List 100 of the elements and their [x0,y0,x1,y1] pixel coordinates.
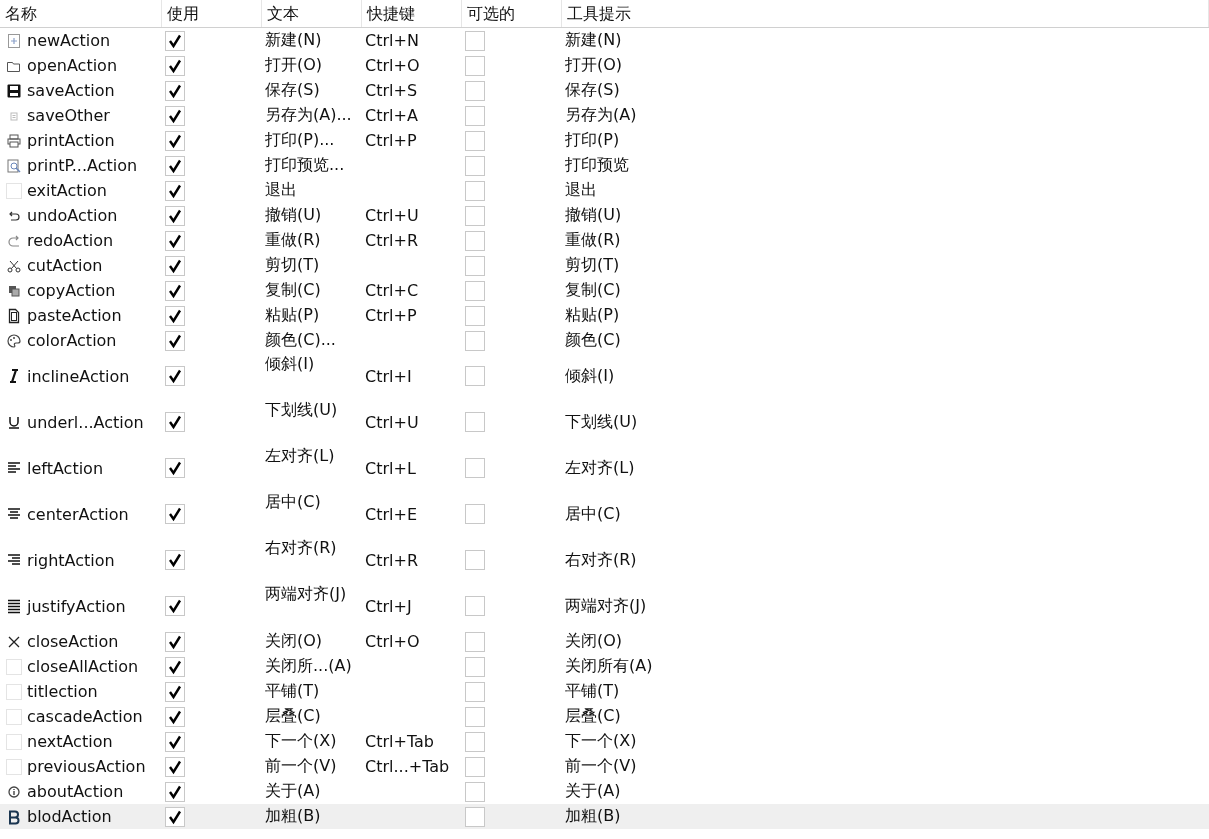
used-checkbox[interactable] [165,504,185,524]
checkable-checkbox[interactable] [465,458,485,478]
checkable-checkbox[interactable] [465,681,485,702]
tooltip-text: 保存(S) [565,80,620,101]
checkable-checkbox[interactable] [465,105,485,126]
column-header[interactable]: 文本 [262,0,362,27]
action-name: pasteAction [27,306,122,325]
used-checkbox[interactable] [165,55,185,76]
checkable-checkbox[interactable] [465,781,485,802]
checkable-checkbox[interactable] [465,180,485,201]
action-text: 颜色(C)... [265,330,336,351]
used-checkbox[interactable] [165,550,185,570]
table-row[interactable]: pasteAction 粘贴(P) Ctrl+P 粘贴(P) [0,303,1209,328]
table-row[interactable]: inclineAction 倾斜(I) Ctrl+I 倾斜(I) [0,353,1209,399]
used-checkbox[interactable] [165,80,185,101]
checkable-checkbox[interactable] [465,280,485,301]
column-header[interactable]: 工具提示 [562,0,1209,27]
checkable-checkbox[interactable] [465,330,485,351]
used-checkbox[interactable] [165,255,185,276]
tooltip-text: 关闭所有(A) [565,656,653,677]
table-row[interactable]: exitAction 退出 退出 [0,178,1209,203]
table-row[interactable]: centerAction 居中(C) Ctrl+E 居中(C) [0,491,1209,537]
checkable-checkbox[interactable] [465,30,485,51]
checkable-checkbox[interactable] [465,550,485,570]
checkable-checkbox[interactable] [465,305,485,326]
checkable-checkbox[interactable] [465,656,485,677]
checkable-checkbox[interactable] [465,255,485,276]
table-row[interactable]: cutAction 剪切(T) 剪切(T) [0,253,1209,278]
column-header[interactable]: 快捷键 [362,0,462,27]
used-checkbox[interactable] [165,656,185,677]
table-row[interactable]: undoAction 撤销(U) Ctrl+U 撤销(U) [0,203,1209,228]
checkable-checkbox[interactable] [465,631,485,652]
table-row[interactable]: colorAction 颜色(C)... 颜色(C) [0,328,1209,353]
action-text: 打开(O) [265,55,323,76]
used-checkbox[interactable] [165,280,185,301]
checkable-checkbox[interactable] [465,155,485,176]
checkable-checkbox[interactable] [465,706,485,727]
table-row[interactable]: justifyAction 两端对齐(J) Ctrl+J 两端对齐(J) [0,583,1209,629]
table-row[interactable]: rightAction 右对齐(R) Ctrl+R 右对齐(R) [0,537,1209,583]
table-row[interactable]: saveAction 保存(S) Ctrl+S 保存(S) [0,78,1209,103]
action-name: newAction [27,31,111,50]
used-checkbox[interactable] [165,458,185,478]
checkable-checkbox[interactable] [465,205,485,226]
table-row[interactable]: printP...Action 打印预览... 打印预览 [0,153,1209,178]
checkable-checkbox[interactable] [465,806,485,827]
used-checkbox[interactable] [165,230,185,251]
used-checkbox[interactable] [165,756,185,777]
used-checkbox[interactable] [165,30,185,51]
table-row[interactable]: closeAction 关闭(O) Ctrl+O 关闭(O) [0,629,1209,654]
used-checkbox[interactable] [165,596,185,616]
table-row[interactable]: previousAction 前一个(V) Ctrl...+Tab 前一个(V) [0,754,1209,779]
checkable-checkbox[interactable] [465,230,485,251]
used-checkbox[interactable] [165,706,185,727]
checkable-checkbox[interactable] [465,731,485,752]
checkable-checkbox[interactable] [465,55,485,76]
used-checkbox[interactable] [165,631,185,652]
used-checkbox[interactable] [165,806,185,827]
action-text: 重做(R) [265,230,321,251]
used-checkbox[interactable] [165,781,185,802]
used-checkbox[interactable] [165,130,185,151]
action-name: nextAction [27,732,113,751]
used-checkbox[interactable] [165,205,185,226]
checkable-checkbox[interactable] [465,504,485,524]
table-row[interactable]: leftAction 左对齐(L) Ctrl+L 左对齐(L) [0,445,1209,491]
checkable-checkbox[interactable] [465,756,485,777]
action-text: 复制(C) [265,280,321,301]
action-text: 剪切(T) [265,255,320,276]
table-row[interactable]: closeAllAction 关闭所...(A) 关闭所有(A) [0,654,1209,679]
tooltip-text: 前一个(V) [565,756,637,777]
table-row[interactable]: copyAction 复制(C) Ctrl+C 复制(C) [0,278,1209,303]
shortcut-text: Ctrl+E [365,504,417,524]
table-row[interactable]: cascadeAction 层叠(C) 层叠(C) [0,704,1209,729]
checkable-checkbox[interactable] [465,130,485,151]
checkable-checkbox[interactable] [465,412,485,432]
table-row[interactable]: titlection 平铺(T) 平铺(T) [0,679,1209,704]
used-checkbox[interactable] [165,731,185,752]
table-row[interactable]: blodAction 加粗(B) 加粗(B) [0,804,1209,829]
column-header[interactable]: 名称 [0,0,162,27]
table-row[interactable]: printAction 打印(P)... Ctrl+P 打印(P) [0,128,1209,153]
used-checkbox[interactable] [165,305,185,326]
checkable-checkbox[interactable] [465,596,485,616]
used-checkbox[interactable] [165,681,185,702]
used-checkbox[interactable] [165,412,185,432]
used-checkbox[interactable] [165,155,185,176]
checkable-checkbox[interactable] [465,80,485,101]
table-row[interactable]: nextAction 下一个(X) Ctrl+Tab 下一个(X) [0,729,1209,754]
used-checkbox[interactable] [165,366,185,386]
table-row[interactable]: saveOther 另存为(A)... Ctrl+A 另存为(A) [0,103,1209,128]
column-header[interactable]: 使用 [162,0,262,27]
table-row[interactable]: newAction 新建(N) Ctrl+N 新建(N) [0,28,1209,53]
tooltip-text: 关闭(O) [565,631,623,652]
table-row[interactable]: redoAction 重做(R) Ctrl+R 重做(R) [0,228,1209,253]
used-checkbox[interactable] [165,105,185,126]
table-row[interactable]: aboutAction 关于(A) 关于(A) [0,779,1209,804]
used-checkbox[interactable] [165,180,185,201]
used-checkbox[interactable] [165,330,185,351]
column-header[interactable]: 可选的 [462,0,562,27]
table-row[interactable]: openAction 打开(O) Ctrl+O 打开(O) [0,53,1209,78]
checkable-checkbox[interactable] [465,366,485,386]
table-row[interactable]: underl...Action 下划线(U) Ctrl+U 下划线(U) [0,399,1209,445]
